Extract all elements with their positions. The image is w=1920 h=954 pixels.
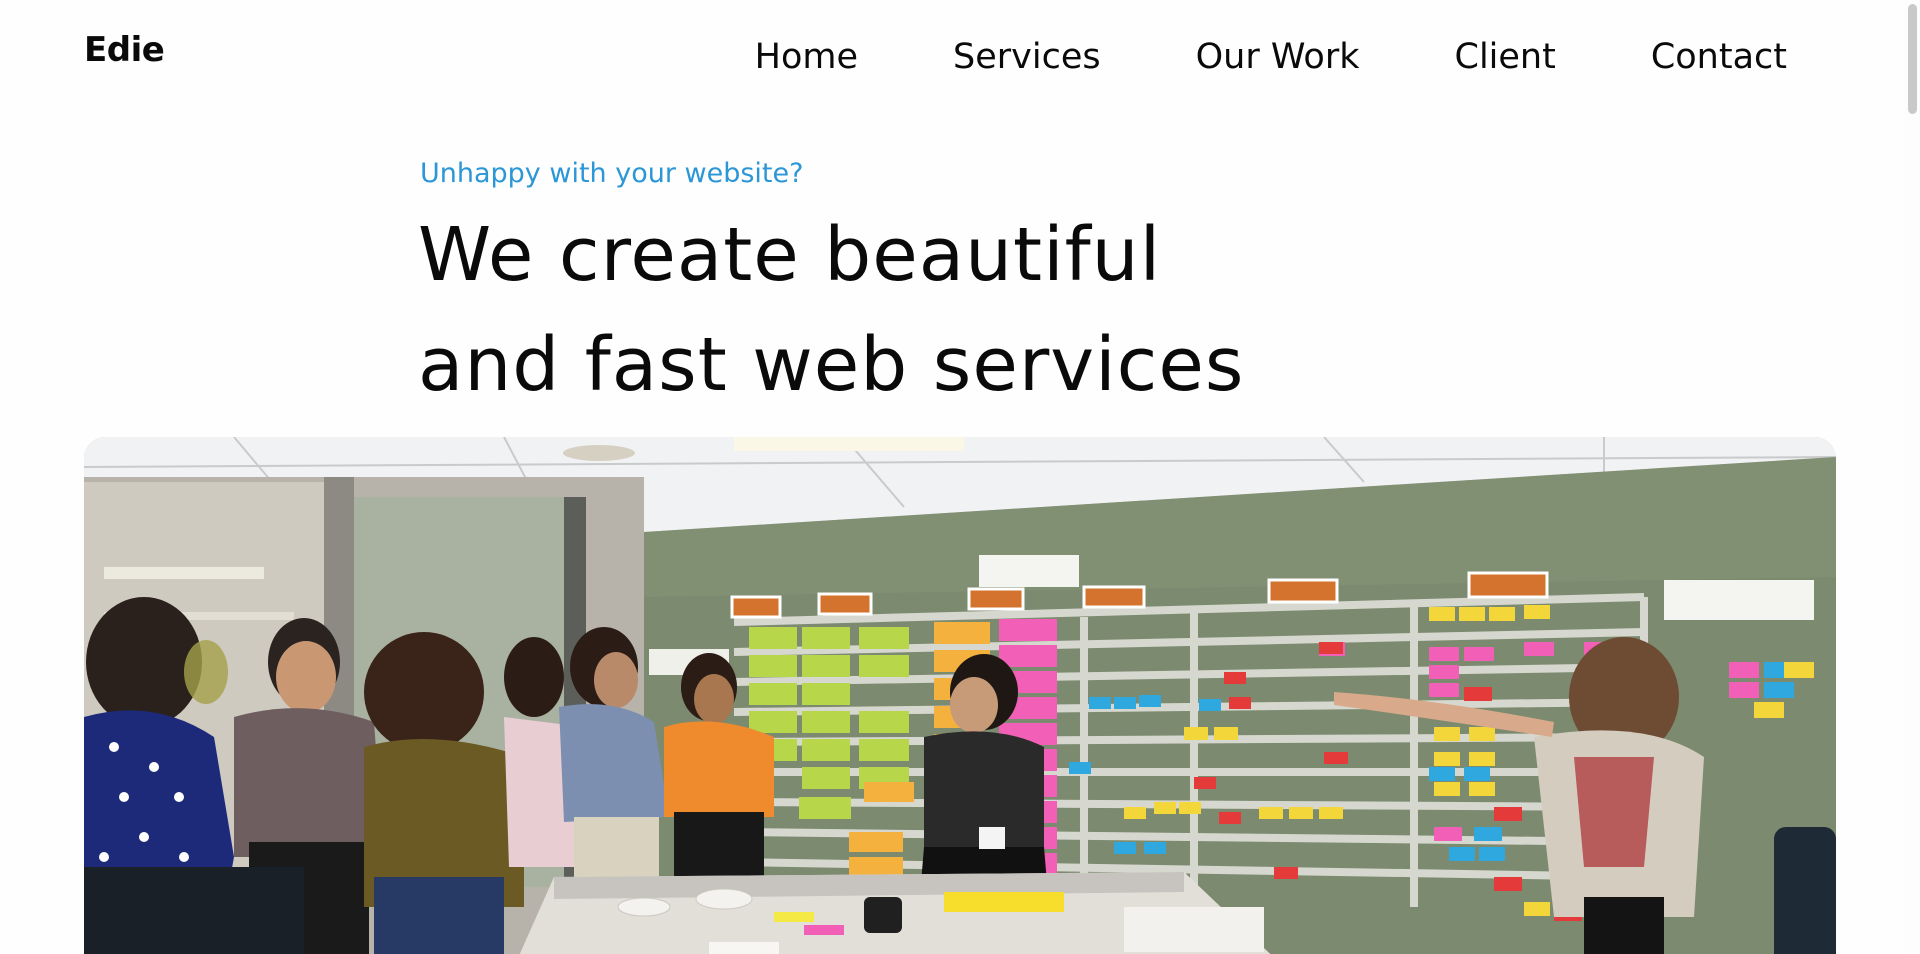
hero-image bbox=[84, 437, 1836, 954]
logo[interactable]: Edie bbox=[84, 30, 165, 70]
nav-item-client[interactable]: Client bbox=[1455, 35, 1556, 79]
hero-eyebrow: Unhappy with your website? bbox=[420, 158, 804, 189]
page-scrollbar[interactable] bbox=[1904, 0, 1920, 954]
nav-item-services[interactable]: Services bbox=[953, 35, 1101, 79]
hero-headline-line-1: We create beautiful bbox=[418, 212, 1162, 298]
nav-item-home[interactable]: Home bbox=[755, 35, 858, 79]
page: Edie Home Services Our Work Client Conta… bbox=[0, 0, 1920, 954]
scrollbar-thumb[interactable] bbox=[1908, 4, 1917, 114]
main-nav: Home Services Our Work Client Contact bbox=[755, 35, 1787, 79]
nav-item-contact[interactable]: Contact bbox=[1651, 35, 1787, 79]
hero-headline-line-2: and fast web services bbox=[418, 322, 1245, 408]
hero-photo-illustration bbox=[84, 437, 1836, 954]
nav-item-our-work[interactable]: Our Work bbox=[1196, 35, 1360, 79]
hero-headline: We create beautiful and fast web service… bbox=[418, 200, 1244, 420]
